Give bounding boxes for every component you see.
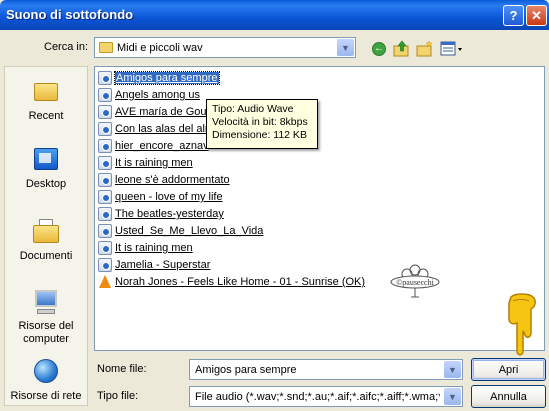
filename-value: Amigos para sempre [195, 363, 297, 376]
network-icon [31, 357, 61, 387]
audio-file-icon [98, 173, 112, 187]
place-label: Risorse del computer [18, 320, 74, 345]
tooltip-size: Dimensione: 112 KB [212, 129, 307, 141]
list-item[interactable]: Amigos para sempre [98, 70, 220, 86]
new-folder-icon[interactable] [416, 40, 434, 58]
place-computer[interactable]: Risorse del computer [5, 287, 87, 346]
list-item[interactable]: Con las alas del alm [98, 121, 214, 137]
file-info-tooltip: Tipo: Audio Wave Velocità in bit: 8kbps … [206, 99, 318, 149]
audio-file-icon [98, 156, 112, 170]
list-item[interactable]: Angels among us [98, 87, 200, 103]
place-desktop[interactable]: Desktop [5, 145, 87, 191]
file-name: Amigos para sempre [114, 71, 220, 85]
audio-file-icon [98, 88, 112, 102]
file-name: Con las alas del alm [115, 123, 215, 135]
list-item[interactable]: queen - love of my life [98, 189, 223, 205]
stamp-text: ©pausecchi [396, 278, 434, 287]
chevron-down-icon[interactable]: ▼ [444, 361, 461, 378]
filename-label: Nome file: [97, 363, 147, 375]
title-bar[interactable]: Suono di sottofondo ? ✕ [0, 0, 549, 30]
list-item[interactable]: Norah Jones - Feels Like Home - 01 - Sun… [98, 274, 365, 290]
file-name: Angels among us [115, 89, 200, 101]
filename-field[interactable]: Amigos para sempre ▼ [189, 359, 463, 380]
audio-file-icon [98, 258, 112, 272]
file-name: Norah Jones - Feels Like Home - 01 - Sun… [115, 276, 366, 288]
file-name: queen - love of my life [115, 191, 223, 203]
file-name: The beatles-yesterday [115, 208, 224, 220]
audio-file-icon [98, 241, 112, 255]
back-icon[interactable]: ← [370, 40, 388, 58]
up-folder-icon[interactable] [393, 40, 411, 58]
file-name: leone s'è addormentato [115, 174, 230, 186]
list-item[interactable]: It is raining men [98, 155, 193, 171]
look-in-label: Cerca in: [44, 41, 89, 53]
watermark-stamp: ©pausecchi [390, 264, 440, 298]
chevron-down-icon[interactable]: ▼ [337, 39, 354, 56]
places-bar: Recent Desktop Documenti Risorse del com… [4, 66, 88, 406]
pointing-hand-icon [508, 293, 536, 356]
recent-folder-icon [31, 77, 61, 107]
documents-icon [31, 217, 61, 247]
cancel-button[interactable]: Annulla [471, 385, 546, 408]
close-button[interactable]: ✕ [526, 5, 547, 26]
audio-file-icon [98, 224, 112, 238]
list-item[interactable]: leone s'è addormentato [98, 172, 230, 188]
list-item[interactable]: The beatles-yesterday [98, 206, 224, 222]
audio-file-icon [98, 207, 112, 221]
file-list[interactable]: Amigos para sempre Angels among us AVE m… [94, 66, 545, 351]
list-item[interactable]: Jamelia - Superstar [98, 257, 210, 273]
file-name: Jamelia - Superstar [115, 259, 211, 271]
file-name: Usted_Se_Me_Llevo_La_Vida [115, 225, 264, 237]
desktop-icon [31, 145, 61, 175]
audio-file-icon [98, 122, 112, 136]
place-recent[interactable]: Recent [5, 77, 87, 123]
list-item[interactable]: AVE maría de Gound [98, 104, 219, 120]
list-item[interactable]: It is raining men [98, 240, 193, 256]
open-button[interactable]: Apri [471, 358, 546, 381]
filetype-value: File audio (*.wav;*.snd;*.au;*.aif;*.aif… [195, 390, 440, 403]
views-menu-icon[interactable] [440, 40, 464, 58]
file-name: It is raining men [115, 157, 193, 169]
chevron-down-icon[interactable]: ▼ [444, 388, 461, 405]
look-in-combo[interactable]: Midi e piccoli wav ▼ [94, 37, 356, 58]
audio-file-icon [98, 105, 112, 119]
place-label: Risorse di rete [10, 390, 82, 402]
folder-icon [99, 42, 113, 53]
place-label: Desktop [25, 178, 67, 190]
tooltip-type: Tipo: Audio Wave [212, 103, 294, 115]
filetype-label: Tipo file: [97, 390, 139, 402]
list-item[interactable]: Usted_Se_Me_Llevo_La_Vida [98, 223, 263, 239]
file-name: AVE maría de Gound [115, 106, 219, 118]
place-documents[interactable]: Documenti [5, 217, 87, 263]
window-title: Suono di sottofondo [6, 7, 134, 22]
audio-file-icon [98, 71, 112, 85]
file-name: It is raining men [115, 242, 193, 254]
place-network[interactable]: Risorse di rete [5, 357, 87, 403]
tooltip-bitrate: Velocità in bit: 8kbps [212, 116, 308, 128]
vlc-cone-icon [98, 275, 112, 289]
place-label: Recent [28, 110, 64, 122]
filetype-select[interactable]: File audio (*.wav;*.snd;*.au;*.aif;*.aif… [189, 386, 463, 407]
audio-file-icon [98, 190, 112, 204]
audio-file-icon [98, 139, 112, 153]
list-item[interactable]: hier_encore_aznav [98, 138, 209, 154]
file-name: hier_encore_aznav [115, 140, 209, 152]
help-button[interactable]: ? [503, 5, 524, 26]
place-label: Documenti [19, 250, 73, 262]
computer-icon [31, 287, 61, 317]
